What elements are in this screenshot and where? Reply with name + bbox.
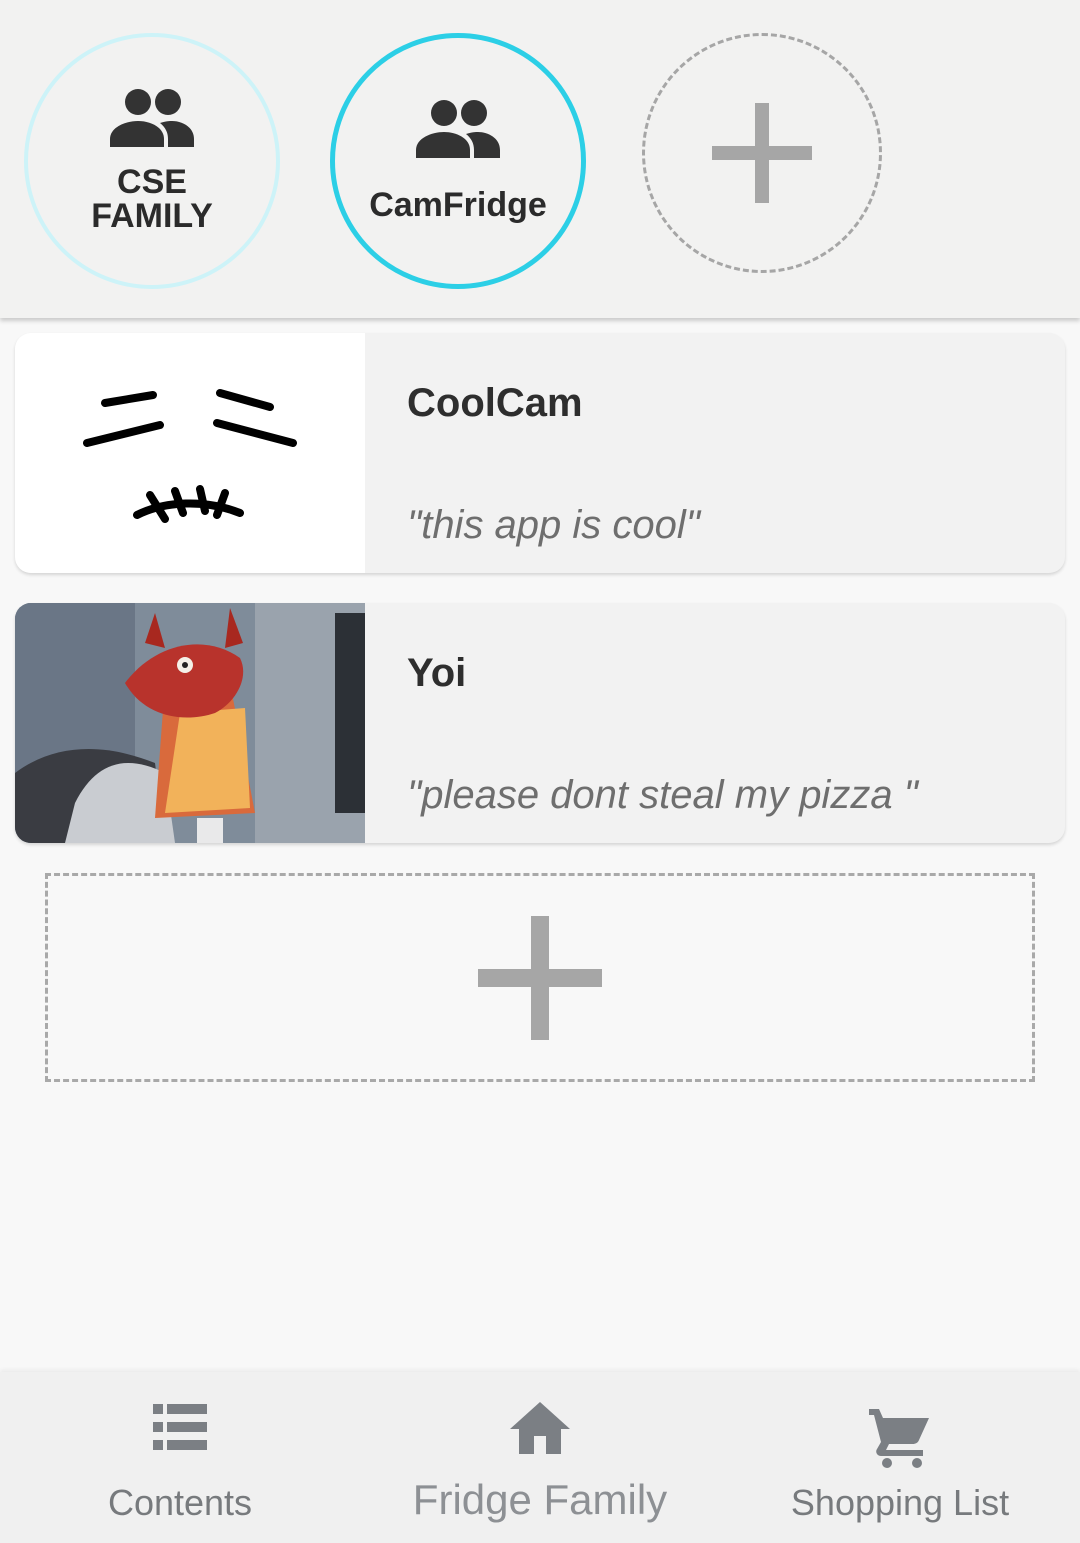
nav-label: Shopping List — [790, 1482, 1010, 1523]
camera-thumbnail — [15, 603, 365, 843]
nav-shopping-list-tab[interactable]: Shopping List — [770, 1372, 1030, 1543]
camera-name: CoolCam — [407, 381, 583, 425]
plus-icon — [712, 103, 812, 203]
bottom-navigation: Contents Fridge Family Shopping List — [0, 1372, 1080, 1543]
camera-card[interactable]: CoolCam "this app is cool" — [15, 333, 1065, 573]
plus-icon — [478, 915, 602, 1040]
camera-quote: "please dont steal my pizza " — [407, 773, 918, 817]
camera-name: Yoi — [407, 651, 467, 695]
nav-contents-tab[interactable]: Contents — [60, 1372, 300, 1543]
camera-thumbnail — [15, 333, 365, 573]
family-label: CSE FAMILY — [91, 163, 213, 235]
nav-fridge-family-tab[interactable]: Fridge Family — [400, 1372, 680, 1543]
nav-label: Contents — [107, 1482, 253, 1523]
app-screen: CSE FAMILY CamFridge CoolCam "this app i… — [0, 0, 1080, 1543]
camera-card[interactable]: Yoi "please dont steal my pizza " — [15, 603, 1065, 843]
dragon-photo-image — [15, 603, 365, 843]
family-selector: CSE FAMILY CamFridge — [0, 0, 1080, 318]
camera-quote: "this app is cool" — [407, 503, 700, 547]
list-icon — [153, 1404, 207, 1450]
family-label: CamFridge — [369, 186, 547, 224]
cart-icon — [869, 1409, 929, 1468]
add-camera-button[interactable] — [45, 873, 1035, 1082]
group-icon — [110, 89, 194, 147]
family-cse-family-button[interactable]: CSE FAMILY — [24, 33, 280, 289]
family-camfridge-button[interactable]: CamFridge — [330, 33, 586, 289]
face-doodle-image — [83, 389, 297, 523]
nav-label: Fridge Family — [412, 1476, 668, 1523]
add-family-button[interactable] — [642, 33, 882, 273]
home-icon — [510, 1402, 570, 1454]
group-icon — [416, 100, 500, 158]
